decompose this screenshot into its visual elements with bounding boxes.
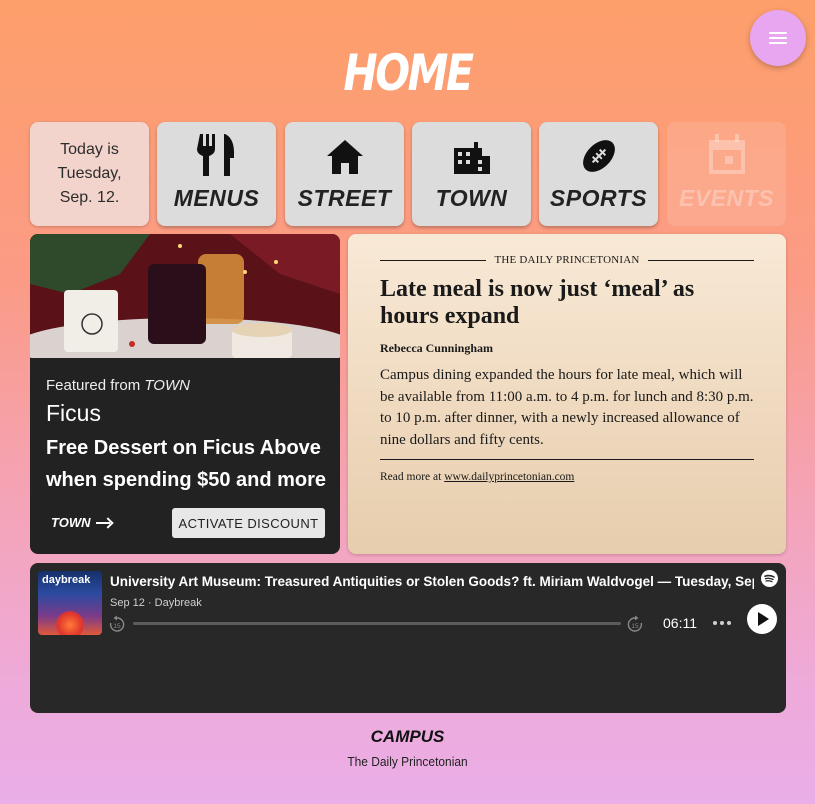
featured-from: Featured from TOWN xyxy=(46,377,190,394)
nav-tile-town[interactable]: TOWN xyxy=(412,122,531,226)
article-body: Campus dining expanded the hours for lat… xyxy=(380,367,754,448)
podcast-duration: 06:11 xyxy=(663,615,697,631)
footer-brand: CAMPUS xyxy=(370,727,445,746)
nav-tile-label: EVENTS xyxy=(678,185,775,211)
podcast-title[interactable]: University Art Museum: Treasured Antiqui… xyxy=(110,574,754,589)
featured-from-prefix: Featured from xyxy=(46,377,141,394)
skip-forward-15-icon[interactable]: 15 xyxy=(626,615,644,633)
nav-tile-label: STREET xyxy=(297,185,392,211)
town-link-label: TOWN xyxy=(51,515,91,530)
menu-button[interactable] xyxy=(750,10,806,66)
progress-bar[interactable] xyxy=(133,622,621,625)
play-icon xyxy=(758,612,769,626)
article-masthead: THE DAILY PRINCETONIAN xyxy=(380,254,755,266)
house-icon xyxy=(326,140,363,174)
activate-discount-button[interactable]: ACTIVATE DISCOUNT xyxy=(172,508,325,538)
read-more-link[interactable]: www.dailyprincetonian.com xyxy=(444,471,574,483)
masthead-name: THE DAILY PRINCETONIAN xyxy=(494,254,640,266)
article-byline: Rebecca Cunningham xyxy=(380,341,494,355)
article-card: THE DAILY PRINCETONIAN Late meal is now … xyxy=(348,234,786,554)
calendar-icon xyxy=(708,134,745,174)
nav-tile-street[interactable]: STREET xyxy=(285,122,404,226)
nav-tile-label: SPORTS xyxy=(549,185,648,211)
page-title: HOME xyxy=(343,44,474,102)
nav-tile-label: MENUS xyxy=(173,185,260,211)
football-icon xyxy=(582,140,615,172)
play-button[interactable] xyxy=(747,604,777,634)
date-card: Today is Tuesday, Sep. 12. xyxy=(30,122,149,226)
more-options-icon[interactable] xyxy=(713,621,731,625)
article-divider xyxy=(380,459,754,460)
article-read-more: Read more at www.dailyprincetonian.com xyxy=(380,471,574,483)
spotify-icon[interactable] xyxy=(761,570,778,587)
nav-tile-events[interactable]: EVENTS xyxy=(667,122,786,226)
featured-name: Ficus xyxy=(46,400,101,426)
arrow-right-icon xyxy=(96,518,112,528)
footer-subtitle: The Daily Princetonian xyxy=(347,754,468,769)
fork-knife-icon xyxy=(196,134,234,176)
podcast-meta: Sep 12 · Daybreak xyxy=(110,597,202,609)
podcast-art-text: daybreak xyxy=(42,574,91,586)
skip-forward-label: 15 xyxy=(631,623,639,630)
masthead-rule-left xyxy=(380,259,487,261)
featured-image xyxy=(30,234,340,358)
buildings-icon xyxy=(453,142,490,174)
nav-tile-menus[interactable]: MENUS xyxy=(157,122,276,226)
skip-back-label: 15 xyxy=(113,623,121,630)
nav-tile-label: TOWN xyxy=(435,185,508,211)
nav-tile-sports[interactable]: SPORTS xyxy=(539,122,658,226)
podcast-cover-art[interactable]: daybreak xyxy=(38,571,102,635)
read-more-prefix: Read more at xyxy=(380,471,442,483)
masthead-rule-right xyxy=(647,259,755,261)
sunrise-graphic xyxy=(56,611,84,635)
featured-from-source: TOWN xyxy=(144,377,190,394)
featured-offer: Free Dessert on Ficus Above when spendin… xyxy=(46,437,327,491)
town-link[interactable]: TOWN xyxy=(51,515,112,530)
skip-back-15-icon[interactable]: 15 xyxy=(108,615,126,633)
podcast-player: daybreak University Art Museum: Treasure… xyxy=(30,563,786,713)
date-text: Today is Tuesday, Sep. 12. xyxy=(57,141,122,206)
hamburger-menu-icon xyxy=(769,32,787,44)
article-headline: Late meal is now just ‘meal’ as hours ex… xyxy=(380,276,695,329)
featured-card: Featured from TOWN Ficus Free Dessert on… xyxy=(30,234,340,554)
